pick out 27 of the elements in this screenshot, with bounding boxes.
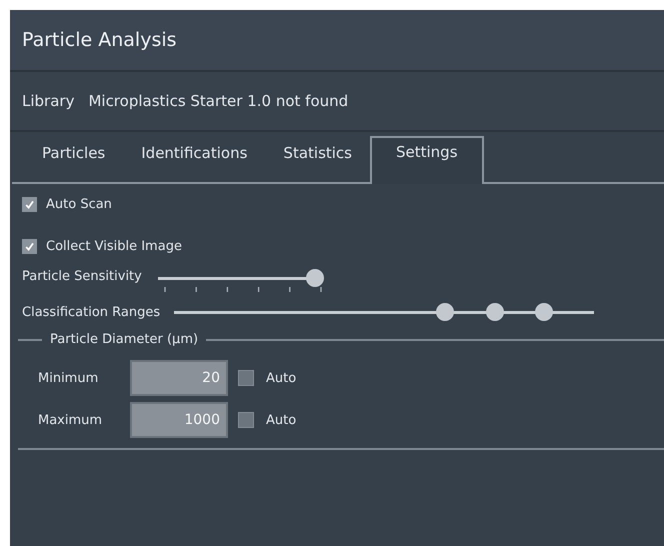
slider[interactable] (158, 269, 324, 287)
slider-label: Particle Sensitivity (22, 269, 142, 284)
checkbox[interactable] (22, 197, 37, 212)
checkbox[interactable] (238, 370, 254, 386)
checkbox-label: Collect Visible Image (46, 239, 182, 254)
checkbox[interactable] (22, 239, 37, 254)
window-title: Particle Analysis (22, 29, 177, 51)
tab[interactable]: Particles (12, 136, 124, 184)
check-icon (24, 241, 35, 252)
tab[interactable]: Identifications (123, 136, 266, 184)
slider-thumb[interactable] (486, 303, 504, 321)
field-label: Minimum (38, 370, 100, 386)
checkbox[interactable] (238, 412, 254, 428)
library-label: Library (22, 92, 74, 110)
tab[interactable]: Settings (370, 136, 484, 184)
check-icon (24, 199, 35, 210)
checkbox-label: Auto (266, 412, 296, 428)
slider-thumb[interactable] (535, 303, 554, 321)
slider-thumb[interactable] (306, 269, 324, 287)
slider-thumb[interactable] (436, 303, 454, 321)
group-title: Particle Diameter (µm) (49, 332, 200, 347)
library-status: Microplastics Starter 1.0 not found (88, 92, 348, 110)
range-slider[interactable] (174, 303, 594, 321)
checkbox-label: Auto Scan (46, 197, 112, 212)
checkbox-label: Auto (266, 370, 296, 386)
field-label: Maximum (38, 412, 104, 428)
slider-label: Classification Ranges (22, 304, 160, 320)
